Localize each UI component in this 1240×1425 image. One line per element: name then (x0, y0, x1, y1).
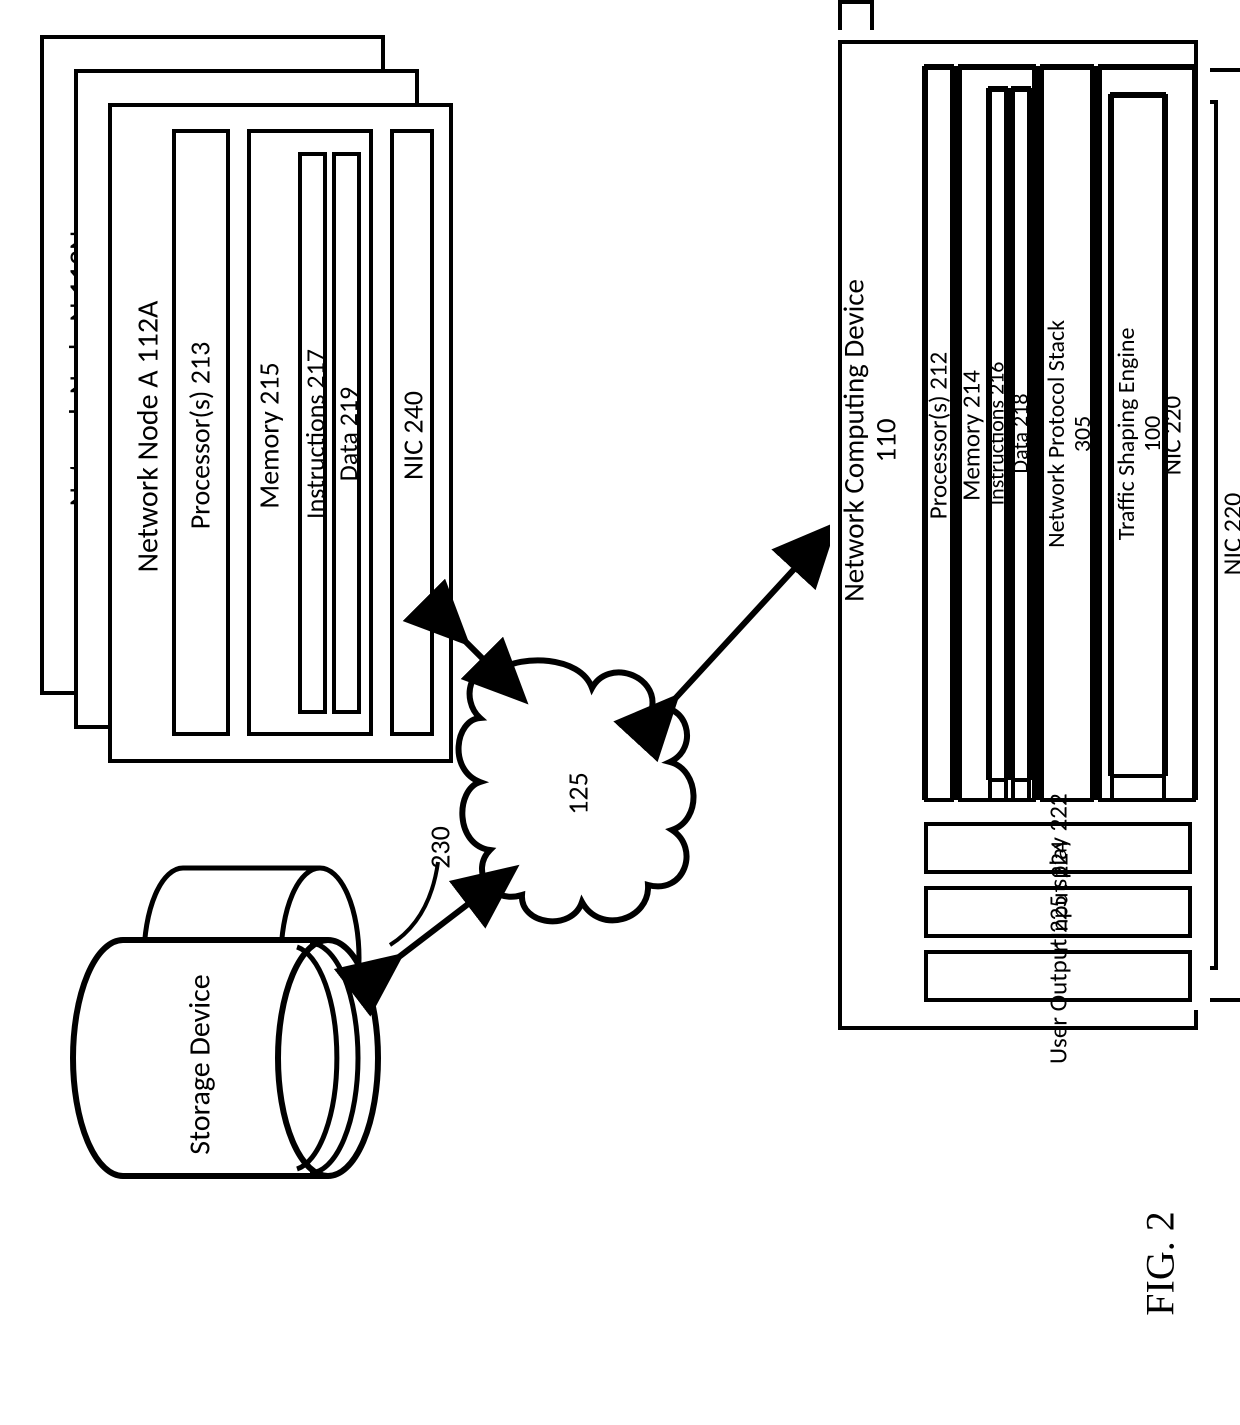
right-reflow (0, 0, 1240, 1425)
user-output-225-l: User Output 225 (1043, 880, 1074, 1080)
figure-label: FIG. 2 (1137, 1194, 1184, 1334)
